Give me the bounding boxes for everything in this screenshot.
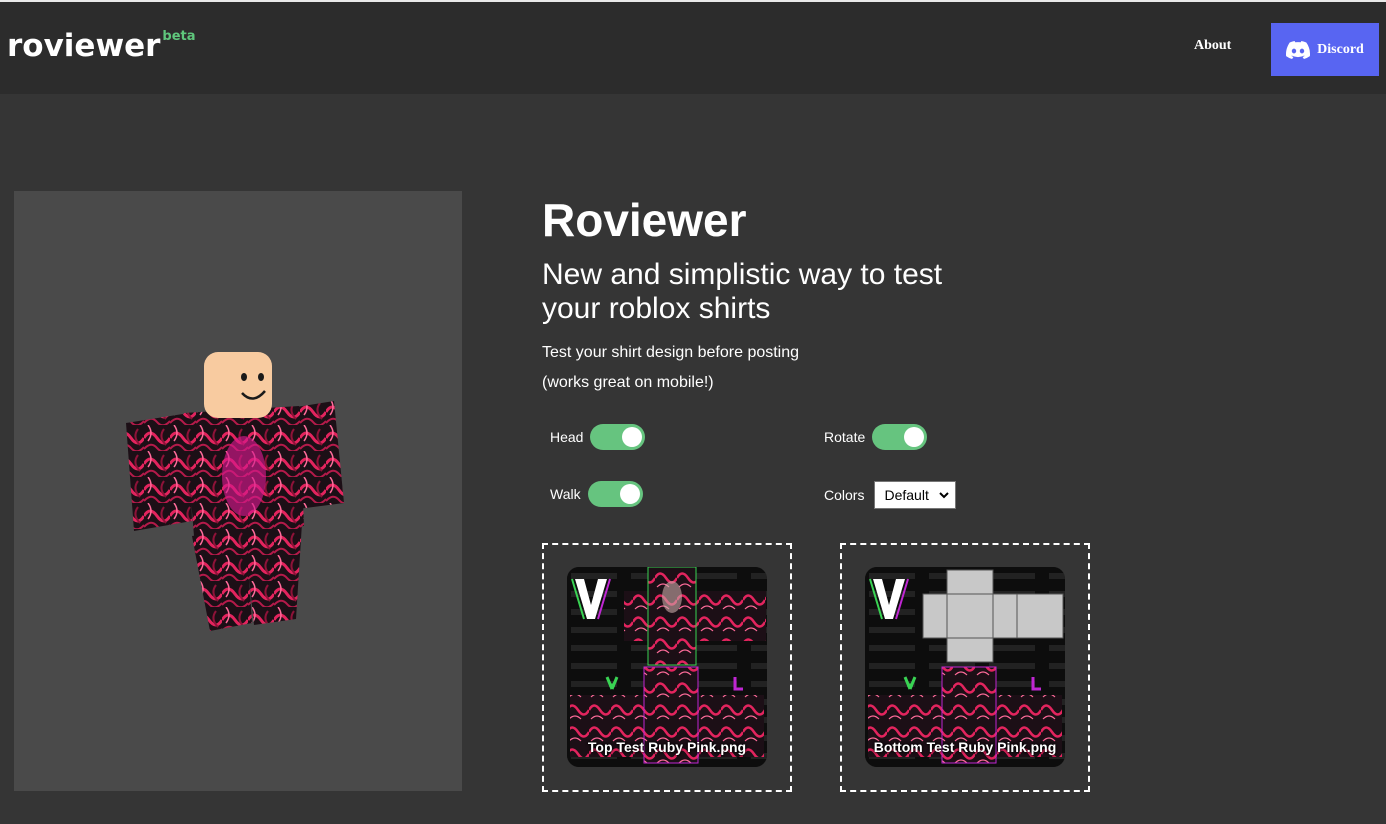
- head-control: Head: [550, 424, 646, 450]
- toggle-knob: [622, 427, 643, 447]
- bottom-pants-dropzone[interactable]: Bottom Test Ruby Pink.png: [840, 543, 1090, 792]
- walk-toggle-label: Walk: [550, 486, 581, 502]
- site-logo[interactable]: roviewer beta: [7, 26, 196, 73]
- chevron-down-icon: [939, 492, 950, 499]
- logo-text: roviewer: [7, 28, 161, 64]
- colors-select-value: Default: [884, 487, 929, 503]
- top-shirt-filename: Top Test Ruby Pink.png: [587, 739, 747, 755]
- toggle-knob: [904, 427, 925, 447]
- head-toggle-label: Head: [550, 429, 584, 445]
- top-texture-art: [567, 567, 767, 767]
- rotate-control: Rotate: [824, 424, 928, 450]
- page-subtitle: New and simplistic way to test your robl…: [542, 258, 943, 325]
- nav-about-link[interactable]: About: [1194, 38, 1231, 54]
- page-title: Roviewer: [542, 194, 747, 246]
- site-header: roviewer beta About Discord: [0, 2, 1386, 94]
- discord-button[interactable]: Discord: [1271, 23, 1379, 76]
- bottom-pants-texture-preview: Bottom Test Ruby Pink.png: [865, 567, 1065, 767]
- rotate-toggle-label: Rotate: [824, 429, 866, 445]
- head-toggle[interactable]: [590, 424, 646, 450]
- colors-control: Colors Default: [824, 481, 957, 509]
- rotate-toggle[interactable]: [872, 424, 928, 450]
- top-shirt-dropzone[interactable]: Top Test Ruby Pink.png: [542, 543, 792, 792]
- bottom-texture-art: [865, 567, 1065, 767]
- discord-icon: [1286, 40, 1311, 59]
- tagline-text: Test your shirt design before posting: [542, 344, 800, 361]
- avatar-body: [126, 352, 344, 631]
- top-shirt-texture-preview: Top Test Ruby Pink.png: [567, 567, 767, 767]
- mobile-note: (works great on mobile!): [542, 374, 714, 391]
- bottom-pants-filename: Bottom Test Ruby Pink.png: [873, 739, 1057, 755]
- walk-toggle[interactable]: [587, 481, 643, 507]
- avatar-model: [126, 352, 344, 631]
- avatar-3d-viewer[interactable]: [14, 191, 462, 791]
- toggle-knob: [619, 484, 640, 504]
- walk-control: Walk: [550, 481, 643, 507]
- beta-badge: beta: [162, 29, 196, 44]
- colors-label: Colors: [824, 487, 865, 503]
- colors-select[interactable]: Default: [874, 481, 957, 509]
- discord-label: Discord: [1317, 41, 1364, 57]
